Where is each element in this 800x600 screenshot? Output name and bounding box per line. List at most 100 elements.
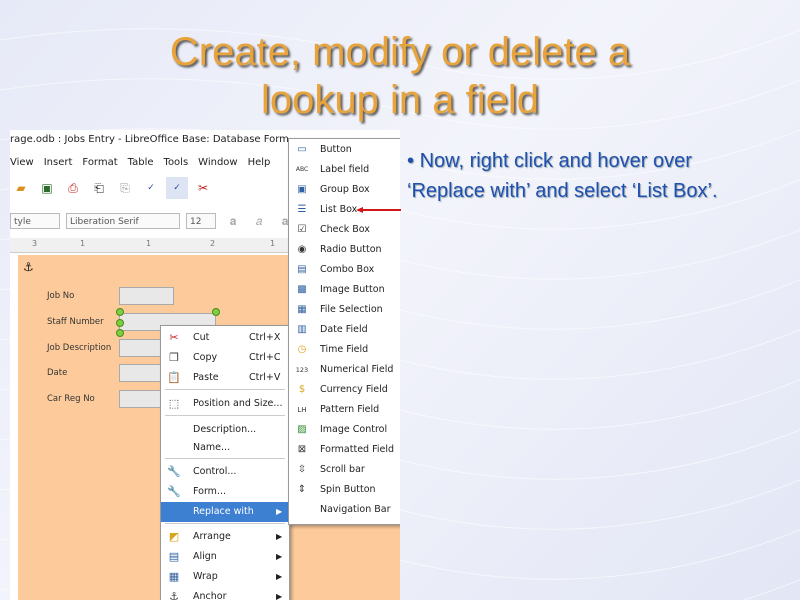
menu-item-description[interactable]: Description... bbox=[161, 420, 289, 440]
menu-item-control[interactable]: 🔧 Control... bbox=[161, 462, 289, 482]
open-folder-icon[interactable]: ▰ bbox=[10, 177, 32, 199]
selection-handle[interactable] bbox=[212, 308, 220, 316]
submenu-arrow-icon: ▶ bbox=[276, 507, 283, 516]
currency-icon: $ bbox=[298, 384, 306, 395]
menu-window[interactable]: Window bbox=[198, 154, 237, 172]
anchor-icon: ⚓ bbox=[23, 260, 34, 274]
export-pdf-icon[interactable]: ⎙ bbox=[62, 177, 84, 199]
menu-item-wrap[interactable]: ▦ Wrap ▶ bbox=[161, 567, 289, 587]
submenu-item-scroll-bar[interactable]: ⇳ Scroll bar bbox=[289, 460, 400, 480]
submenu-arrow-icon: ▶ bbox=[276, 572, 283, 581]
menu-view[interactable]: View bbox=[10, 154, 34, 172]
ruler-tick: 3 bbox=[32, 239, 38, 248]
control-icon: 🔧 bbox=[167, 465, 181, 478]
selection-handle[interactable] bbox=[116, 329, 124, 337]
anchor-icon: ⚓ bbox=[169, 590, 179, 600]
pattern-icon: LH bbox=[297, 406, 307, 414]
button-icon: ▭ bbox=[297, 144, 307, 155]
menu-separator bbox=[165, 523, 285, 524]
bullet-mark: • bbox=[407, 150, 415, 172]
menu-table[interactable]: Table bbox=[128, 154, 154, 172]
style-combo[interactable]: tyle bbox=[10, 213, 60, 229]
menu-item-form[interactable]: 🔧 Form... bbox=[161, 482, 289, 502]
imagecontrol-icon: ▨ bbox=[297, 424, 307, 435]
combobox-icon: ▤ bbox=[297, 264, 307, 275]
slide-title-line-2: lookup in a field bbox=[261, 78, 539, 122]
radio-icon: ◉ bbox=[297, 244, 307, 255]
spinbutton-icon: ⇕ bbox=[297, 484, 307, 495]
print-icon[interactable]: ⎗ bbox=[88, 177, 110, 199]
submenu-item-image-control[interactable]: ▨ Image Control bbox=[289, 420, 400, 440]
menu-insert[interactable]: Insert bbox=[44, 154, 73, 172]
ruler-tick: 2 bbox=[210, 239, 216, 248]
slide-title: Create, modify or delete a lookup in a f… bbox=[0, 28, 800, 124]
submenu-item-time-field[interactable]: ◷ Time Field bbox=[289, 340, 400, 360]
submenu-item-formatted-field[interactable]: ⊠ Formatted Field bbox=[289, 440, 400, 460]
label-job-description: Job Description bbox=[47, 343, 112, 353]
screenshot-panel: rage.odb : Jobs Entry - LibreOffice Base… bbox=[10, 130, 400, 600]
menu-item-cut[interactable]: ✂ Cut Ctrl+X bbox=[161, 328, 289, 348]
label-staff-number: Staff Number bbox=[47, 317, 104, 327]
submenu-item-currency-field[interactable]: $ Currency Field bbox=[289, 380, 400, 400]
submenu-item-group-box[interactable]: ▣ Group Box bbox=[289, 180, 400, 200]
label-date: Date bbox=[47, 368, 68, 378]
ruler-tick: 1 bbox=[146, 239, 152, 248]
menu-format[interactable]: Format bbox=[82, 154, 117, 172]
datefield-icon: ▥ bbox=[297, 324, 307, 335]
submenu-item-numerical-field[interactable]: 123 Numerical Field bbox=[289, 360, 400, 380]
menubar: View Insert Format Table Tools Window He… bbox=[10, 154, 280, 172]
selection-handle[interactable] bbox=[116, 308, 124, 316]
menu-item-copy[interactable]: ❐ Copy Ctrl+C bbox=[161, 348, 289, 368]
menu-item-anchor[interactable]: ⚓ Anchor ▶ bbox=[161, 587, 289, 600]
cut-icon[interactable]: ✂ bbox=[192, 177, 214, 199]
menu-help[interactable]: Help bbox=[248, 154, 271, 172]
submenu-item-radio-button[interactable]: ◉ Radio Button bbox=[289, 240, 400, 260]
selection-handle[interactable] bbox=[116, 319, 124, 327]
submenu-item-navigation-bar[interactable]: Navigation Bar bbox=[289, 500, 400, 520]
copy-icon: ❐ bbox=[169, 351, 179, 364]
submenu-item-spin-button[interactable]: ⇕ Spin Button bbox=[289, 480, 400, 500]
spellcheck-icon[interactable]: ✓ bbox=[140, 177, 162, 199]
align-icon: ▤ bbox=[168, 550, 180, 563]
size-combo[interactable]: 12 bbox=[186, 213, 216, 229]
submenu-item-date-field[interactable]: ▥ Date Field bbox=[289, 320, 400, 340]
print-preview-icon[interactable]: ⎘ bbox=[114, 177, 136, 199]
autospell-icon[interactable]: ✓ bbox=[166, 177, 188, 199]
shrink-font-icon[interactable]: 𝑎 bbox=[248, 210, 270, 232]
wrap-icon: ▦ bbox=[168, 570, 180, 583]
scrollbar-icon: ⇳ bbox=[297, 464, 307, 475]
menu-item-paste[interactable]: 📋 Paste Ctrl+V bbox=[161, 368, 289, 388]
slide-bullet: • Now, right click and hover over ‘Repla… bbox=[407, 146, 767, 206]
menu-tools[interactable]: Tools bbox=[164, 154, 189, 172]
fileselection-icon: ▦ bbox=[297, 304, 307, 315]
ruler-tick: 1 bbox=[80, 239, 86, 248]
menu-separator bbox=[165, 415, 285, 416]
menu-item-align[interactable]: ▤ Align ▶ bbox=[161, 547, 289, 567]
job-no-field[interactable] bbox=[119, 287, 174, 305]
menu-item-replace-with[interactable]: Replace with ▶ bbox=[161, 502, 289, 522]
numerical-icon: 123 bbox=[295, 366, 309, 374]
submenu-item-check-box[interactable]: ☑ Check Box bbox=[289, 220, 400, 240]
position-icon: ⬚ bbox=[168, 397, 180, 410]
font-combo[interactable]: Liberation Serif bbox=[66, 213, 180, 229]
grow-font-icon[interactable]: 𝐚 bbox=[222, 210, 244, 232]
submenu-item-image-button[interactable]: ▩ Image Button bbox=[289, 280, 400, 300]
menu-item-name[interactable]: Name... bbox=[161, 438, 289, 458]
submenu-item-file-selection[interactable]: ▦ File Selection bbox=[289, 300, 400, 320]
menu-item-position-size[interactable]: ⬚ Position and Size... bbox=[161, 394, 289, 414]
form-icon: 🔧 bbox=[167, 485, 181, 498]
menu-separator bbox=[165, 458, 285, 459]
listbox-icon: ☰ bbox=[297, 204, 307, 215]
submenu-item-label-field[interactable]: ABC Label field bbox=[289, 160, 400, 180]
abc-icon: ABC bbox=[295, 166, 309, 173]
timefield-icon: ◷ bbox=[297, 344, 307, 355]
submenu-item-button[interactable]: ▭ Button bbox=[289, 140, 400, 160]
menu-item-arrange[interactable]: ◩ Arrange ▶ bbox=[161, 527, 289, 547]
replace-with-submenu: ▭ Button ABC Label field ▣ Group Box ☰ L… bbox=[288, 138, 400, 525]
submenu-item-combo-box[interactable]: ▤ Combo Box bbox=[289, 260, 400, 280]
submenu-item-pattern-field[interactable]: LH Pattern Field bbox=[289, 400, 400, 420]
submenu-arrow-icon: ▶ bbox=[276, 592, 283, 600]
checkbox-icon: ☑ bbox=[297, 224, 307, 235]
save-icon[interactable]: ▣ bbox=[36, 177, 58, 199]
formatted-icon: ⊠ bbox=[297, 444, 307, 455]
